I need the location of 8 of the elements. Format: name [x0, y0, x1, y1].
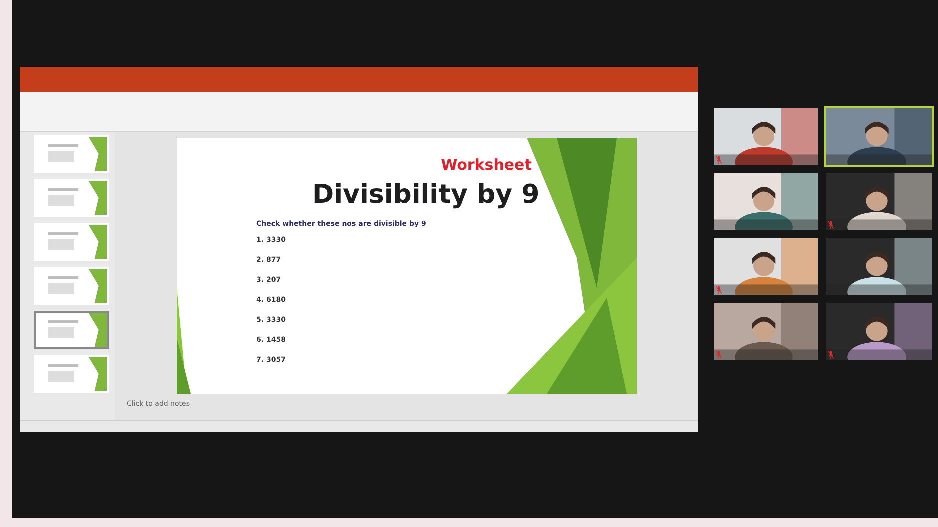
slide-thumbnail[interactable]	[34, 354, 109, 392]
slide-heading: Worksheet	[440, 154, 533, 176]
slide-thumbnail[interactable]	[34, 134, 109, 172]
slide-thumbnail[interactable]	[34, 222, 109, 260]
slide-thumbnail[interactable]	[34, 178, 109, 216]
slide-thumbnail[interactable]	[34, 310, 109, 348]
slide-thumbnail[interactable]	[34, 266, 109, 304]
slide-title: Divisibility by 9	[312, 179, 541, 212]
